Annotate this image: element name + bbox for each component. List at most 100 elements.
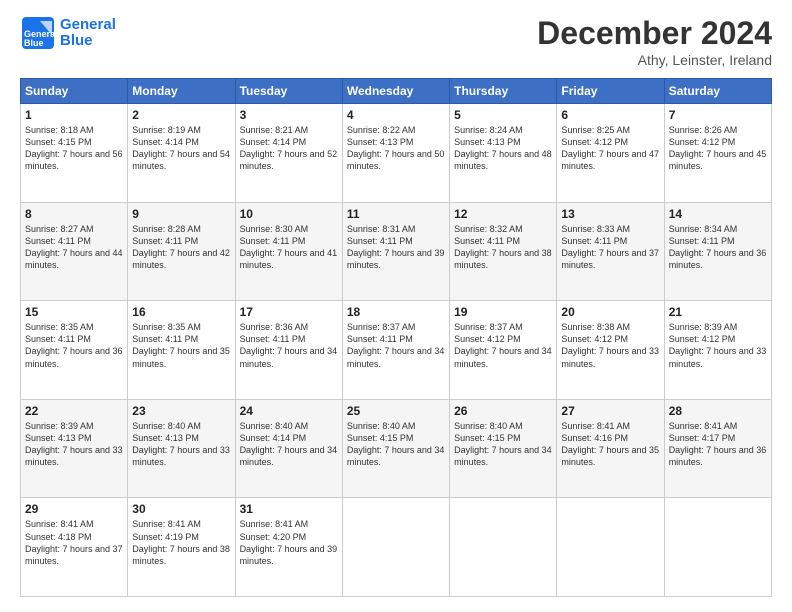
day-number: 1 [25, 108, 123, 122]
daylight-label: Daylight: 7 hours and 37 minutes. [25, 544, 123, 566]
day-number: 12 [454, 207, 552, 221]
sunset-label: Sunset: 4:11 PM [669, 236, 735, 246]
table-row: 24 Sunrise: 8:40 AM Sunset: 4:14 PM Dayl… [235, 399, 342, 498]
sunrise-label: Sunrise: 8:39 AM [25, 421, 94, 431]
table-row: 20 Sunrise: 8:38 AM Sunset: 4:12 PM Dayl… [557, 301, 664, 400]
table-row: 9 Sunrise: 8:28 AM Sunset: 4:11 PM Dayli… [128, 202, 235, 301]
daylight-label: Daylight: 7 hours and 52 minutes. [240, 149, 338, 171]
sunrise-label: Sunrise: 8:36 AM [240, 322, 309, 332]
day-info: Sunrise: 8:36 AM Sunset: 4:11 PM Dayligh… [240, 321, 338, 370]
day-number: 22 [25, 404, 123, 418]
table-row: 21 Sunrise: 8:39 AM Sunset: 4:12 PM Dayl… [664, 301, 771, 400]
sunrise-label: Sunrise: 8:21 AM [240, 125, 309, 135]
table-row: 19 Sunrise: 8:37 AM Sunset: 4:12 PM Dayl… [450, 301, 557, 400]
table-row: 26 Sunrise: 8:40 AM Sunset: 4:15 PM Dayl… [450, 399, 557, 498]
table-row: 16 Sunrise: 8:35 AM Sunset: 4:11 PM Dayl… [128, 301, 235, 400]
daylight-label: Daylight: 7 hours and 33 minutes. [25, 445, 123, 467]
daylight-label: Daylight: 7 hours and 34 minutes. [240, 346, 338, 368]
sunrise-label: Sunrise: 8:41 AM [561, 421, 630, 431]
table-row: 4 Sunrise: 8:22 AM Sunset: 4:13 PM Dayli… [342, 104, 449, 203]
location-title: Athy, Leinster, Ireland [537, 52, 772, 68]
sunset-label: Sunset: 4:15 PM [347, 433, 414, 443]
daylight-label: Daylight: 7 hours and 38 minutes. [454, 248, 552, 270]
sunset-label: Sunset: 4:17 PM [669, 433, 736, 443]
sunrise-label: Sunrise: 8:40 AM [240, 421, 309, 431]
daylight-label: Daylight: 7 hours and 47 minutes. [561, 149, 659, 171]
day-number: 20 [561, 305, 659, 319]
daylight-label: Daylight: 7 hours and 34 minutes. [347, 346, 445, 368]
sunrise-label: Sunrise: 8:35 AM [25, 322, 94, 332]
daylight-label: Daylight: 7 hours and 48 minutes. [454, 149, 552, 171]
daylight-label: Daylight: 7 hours and 37 minutes. [561, 248, 659, 270]
logo-text-line2: Blue [60, 33, 116, 50]
day-info: Sunrise: 8:34 AM Sunset: 4:11 PM Dayligh… [669, 223, 767, 272]
day-info: Sunrise: 8:30 AM Sunset: 4:11 PM Dayligh… [240, 223, 338, 272]
sunrise-label: Sunrise: 8:41 AM [669, 421, 738, 431]
table-row: 28 Sunrise: 8:41 AM Sunset: 4:17 PM Dayl… [664, 399, 771, 498]
day-number: 18 [347, 305, 445, 319]
day-number: 21 [669, 305, 767, 319]
sunrise-label: Sunrise: 8:25 AM [561, 125, 630, 135]
daylight-label: Daylight: 7 hours and 45 minutes. [669, 149, 767, 171]
sunrise-label: Sunrise: 8:38 AM [561, 322, 630, 332]
table-row: 29 Sunrise: 8:41 AM Sunset: 4:18 PM Dayl… [21, 498, 128, 597]
sunrise-label: Sunrise: 8:40 AM [347, 421, 416, 431]
day-number: 7 [669, 108, 767, 122]
table-row: 11 Sunrise: 8:31 AM Sunset: 4:11 PM Dayl… [342, 202, 449, 301]
daylight-label: Daylight: 7 hours and 35 minutes. [132, 346, 230, 368]
sunset-label: Sunset: 4:11 PM [561, 236, 627, 246]
day-info: Sunrise: 8:26 AM Sunset: 4:12 PM Dayligh… [669, 124, 767, 173]
logo: General Blue General Blue [20, 15, 116, 51]
day-info: Sunrise: 8:41 AM Sunset: 4:20 PM Dayligh… [240, 518, 338, 567]
col-sunday: Sunday [21, 79, 128, 104]
day-info: Sunrise: 8:39 AM Sunset: 4:13 PM Dayligh… [25, 420, 123, 469]
sunset-label: Sunset: 4:12 PM [561, 334, 628, 344]
day-info: Sunrise: 8:19 AM Sunset: 4:14 PM Dayligh… [132, 124, 230, 173]
table-row: 7 Sunrise: 8:26 AM Sunset: 4:12 PM Dayli… [664, 104, 771, 203]
calendar-week-row: 1 Sunrise: 8:18 AM Sunset: 4:15 PM Dayli… [21, 104, 772, 203]
sunrise-label: Sunrise: 8:34 AM [669, 224, 738, 234]
day-number: 27 [561, 404, 659, 418]
day-info: Sunrise: 8:28 AM Sunset: 4:11 PM Dayligh… [132, 223, 230, 272]
day-info: Sunrise: 8:21 AM Sunset: 4:14 PM Dayligh… [240, 124, 338, 173]
sunrise-label: Sunrise: 8:41 AM [132, 519, 201, 529]
sunset-label: Sunset: 4:11 PM [132, 334, 198, 344]
day-info: Sunrise: 8:35 AM Sunset: 4:11 PM Dayligh… [132, 321, 230, 370]
sunset-label: Sunset: 4:14 PM [132, 137, 199, 147]
daylight-label: Daylight: 7 hours and 33 minutes. [669, 346, 767, 368]
sunrise-label: Sunrise: 8:27 AM [25, 224, 94, 234]
sunset-label: Sunset: 4:13 PM [25, 433, 92, 443]
table-row: 17 Sunrise: 8:36 AM Sunset: 4:11 PM Dayl… [235, 301, 342, 400]
sunset-label: Sunset: 4:15 PM [454, 433, 521, 443]
day-number: 5 [454, 108, 552, 122]
day-info: Sunrise: 8:24 AM Sunset: 4:13 PM Dayligh… [454, 124, 552, 173]
sunset-label: Sunset: 4:11 PM [347, 236, 413, 246]
table-row: 8 Sunrise: 8:27 AM Sunset: 4:11 PM Dayli… [21, 202, 128, 301]
daylight-label: Daylight: 7 hours and 44 minutes. [25, 248, 123, 270]
sunset-label: Sunset: 4:13 PM [347, 137, 414, 147]
sunset-label: Sunset: 4:16 PM [561, 433, 628, 443]
calendar-week-row: 29 Sunrise: 8:41 AM Sunset: 4:18 PM Dayl… [21, 498, 772, 597]
table-row: 27 Sunrise: 8:41 AM Sunset: 4:16 PM Dayl… [557, 399, 664, 498]
sunrise-label: Sunrise: 8:22 AM [347, 125, 416, 135]
day-info: Sunrise: 8:18 AM Sunset: 4:15 PM Dayligh… [25, 124, 123, 173]
sunset-label: Sunset: 4:11 PM [240, 236, 306, 246]
col-wednesday: Wednesday [342, 79, 449, 104]
sunset-label: Sunset: 4:14 PM [240, 137, 307, 147]
daylight-label: Daylight: 7 hours and 34 minutes. [454, 346, 552, 368]
header: General Blue General Blue December 2024 … [20, 15, 772, 68]
day-info: Sunrise: 8:35 AM Sunset: 4:11 PM Dayligh… [25, 321, 123, 370]
logo-text-line1: General [60, 17, 116, 34]
day-info: Sunrise: 8:32 AM Sunset: 4:11 PM Dayligh… [454, 223, 552, 272]
daylight-label: Daylight: 7 hours and 54 minutes. [132, 149, 230, 171]
day-info: Sunrise: 8:41 AM Sunset: 4:17 PM Dayligh… [669, 420, 767, 469]
table-row: 14 Sunrise: 8:34 AM Sunset: 4:11 PM Dayl… [664, 202, 771, 301]
day-number: 3 [240, 108, 338, 122]
daylight-label: Daylight: 7 hours and 34 minutes. [347, 445, 445, 467]
sunrise-label: Sunrise: 8:19 AM [132, 125, 201, 135]
table-row: 3 Sunrise: 8:21 AM Sunset: 4:14 PM Dayli… [235, 104, 342, 203]
daylight-label: Daylight: 7 hours and 41 minutes. [240, 248, 338, 270]
sunrise-label: Sunrise: 8:18 AM [25, 125, 94, 135]
svg-text:Blue: Blue [24, 38, 44, 48]
day-number: 17 [240, 305, 338, 319]
